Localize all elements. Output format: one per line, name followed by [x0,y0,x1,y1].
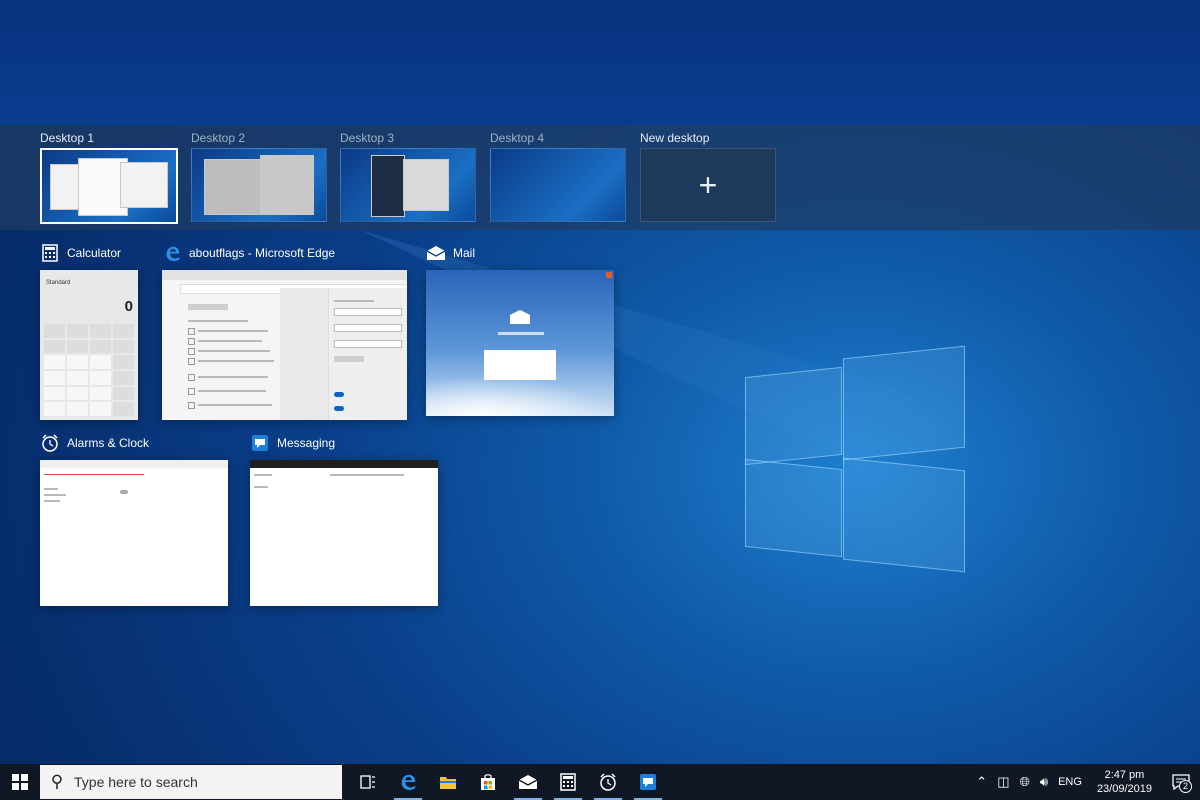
edge-icon [401,774,416,791]
search-icon: ⚲ [50,772,64,791]
taskbar-calculator[interactable] [548,764,588,800]
mail-icon [518,775,538,789]
mail-icon [426,243,446,263]
new-desktop-button[interactable]: New desktop + [640,130,776,222]
alarm-clock-icon [600,773,616,791]
messaging-preview [250,460,438,606]
calculator-icon [40,243,60,263]
file-explorer-icon [440,777,456,789]
mail-preview [426,270,614,416]
search-placeholder: Type here to search [74,774,198,790]
calculator-mode: Standard [46,280,71,286]
globe-icon[interactable]: 🌐︎ [1019,774,1029,790]
desktop-4[interactable]: Desktop 4 [490,130,626,222]
window-title: Alarms & Clock [67,436,150,450]
taskbar-messaging[interactable] [628,764,668,800]
desktop-1[interactable]: Desktop 1 [40,130,178,224]
alarm-clock-icon [40,433,60,453]
window-title: Calculator [67,246,122,260]
edge-icon [162,243,182,263]
window-title: Mail [453,246,476,260]
notification-count: 2 [1178,780,1192,793]
window-card-alarms-clock[interactable]: Alarms & Clock [40,430,230,606]
taskbar-alarms-clock[interactable] [588,764,628,800]
language-indicator[interactable]: ENG [1058,776,1082,788]
store-icon [481,774,495,790]
window-title: aboutflags - Microsoft Edge [189,246,336,260]
system-tray: ⌃ ◫ 🌐︎ 🔊︎ ENG 2:47 pm 23/09/2019 2 [971,764,1200,800]
action-center-button[interactable]: 2 [1162,764,1200,800]
calculator-keypad [44,324,134,416]
clock-time: 2:47 pm [1104,769,1145,781]
desktop-2[interactable]: Desktop 2 [191,130,327,222]
plus-icon: + [698,167,718,203]
windows-logo-wallpaper [745,345,965,575]
calculator-preview: Standard 0 [40,270,138,420]
task-view-button[interactable] [348,764,388,800]
desktop-3[interactable]: Desktop 3 [340,130,476,222]
edge-preview [162,270,407,420]
volume-icon[interactable]: 🔊︎ [1040,774,1048,790]
desktop-thumbnail[interactable] [340,148,476,222]
taskbar-edge[interactable] [388,764,428,800]
task-view-icon [360,775,375,789]
desktop-label: Desktop 2 [191,131,246,145]
desktop-thumbnail[interactable] [191,148,327,222]
desktop-label: Desktop 3 [340,131,395,145]
start-button[interactable] [0,764,40,800]
desktop-thumbnail[interactable] [490,148,626,222]
window-card-mail[interactable]: Mail [426,240,616,420]
taskbar-store[interactable] [468,764,508,800]
clock-date: 23/09/2019 [1096,783,1152,795]
calculator-display: 0 [124,298,133,315]
desktop-label: Desktop 1 [40,131,95,145]
clock[interactable]: 2:47 pm 23/09/2019 [1097,768,1152,796]
alarms-preview [40,460,228,606]
messaging-icon [250,433,270,453]
windows-start-icon [12,774,28,790]
messaging-icon [640,774,656,790]
taskbar-mail[interactable] [508,764,548,800]
desktop-label: Desktop 4 [490,131,545,145]
new-desktop-label: New desktop [640,131,710,145]
chevron-up-icon[interactable]: ⌃ [976,774,987,790]
window-card-messaging[interactable]: Messaging [250,430,440,606]
calculator-icon [560,773,576,791]
new-desktop-tile[interactable]: + [640,148,776,222]
window-card-edge[interactable]: aboutflags - Microsoft Edge [162,240,408,420]
network-icon[interactable]: ◫ [997,774,1009,790]
desktop-background-top [0,0,1200,125]
window-card-calculator[interactable]: Calculator Standard 0 [40,240,140,420]
search-box[interactable]: ⚲ Type here to search [40,765,342,799]
desktop-thumbnail[interactable] [40,148,178,224]
taskbar: ⚲ Type here to search ⌃ ◫ 🌐︎ 🔊︎ ENG 2:47… [0,764,1200,800]
window-title: Messaging [277,436,336,450]
taskbar-file-explorer[interactable] [428,764,468,800]
